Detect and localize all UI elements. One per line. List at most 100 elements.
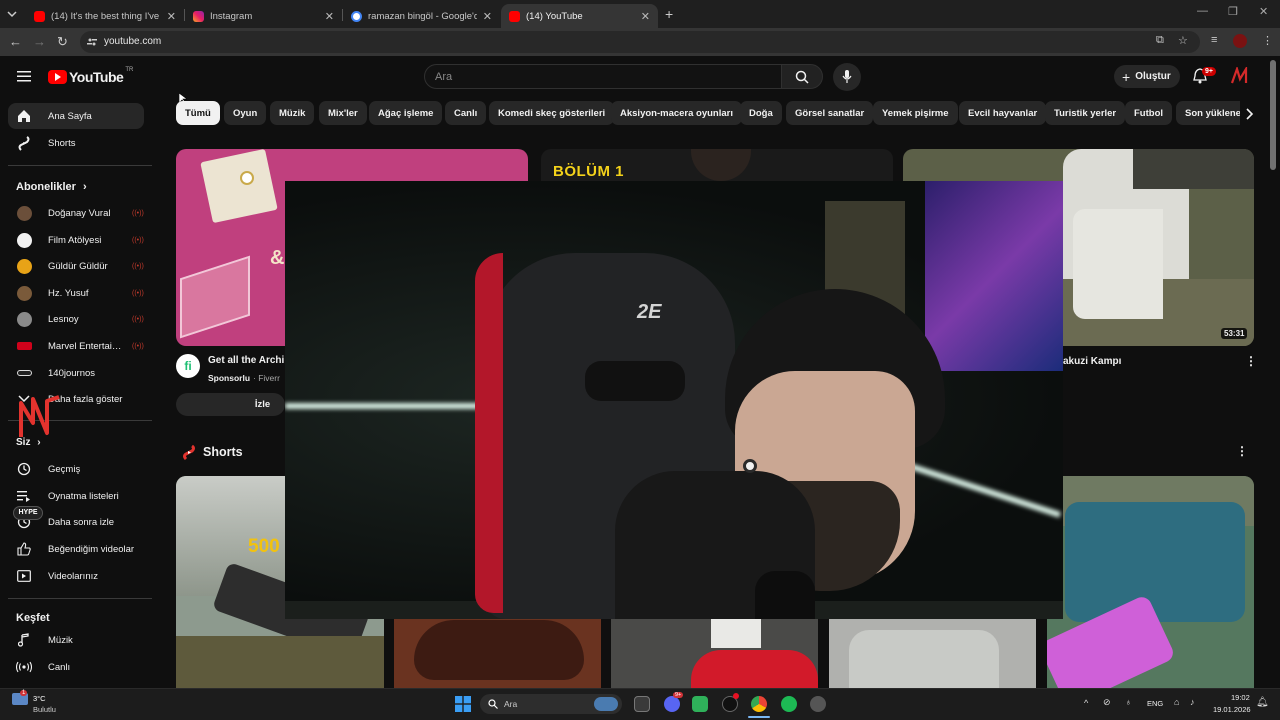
sidebar-item-music[interactable]: Müzik <box>8 627 144 653</box>
task-view-icon[interactable] <box>634 696 650 712</box>
sidebar-item-history[interactable]: Geçmiş <box>8 456 144 482</box>
close-icon[interactable]: ✕ <box>167 10 176 23</box>
user-avatar[interactable] <box>1230 67 1248 85</box>
tab-3[interactable]: ramazan bingöl - Google'da Ar ✕ <box>343 4 500 28</box>
webcam-overlay: 2E <box>285 181 1063 619</box>
chip-8[interactable]: Doğa <box>740 101 782 125</box>
short-thumbnail[interactable] <box>829 610 1036 690</box>
address-bar[interactable] <box>80 31 1200 53</box>
chip-6[interactable]: Komedi skeç gösterileri <box>489 101 615 125</box>
sidebar-item-shorts[interactable]: Shorts <box>8 130 144 156</box>
tab-1[interactable]: (14) It's the best thing I've seen ✕ <box>26 4 184 28</box>
sidebar-item-label: Müzik <box>48 634 73 646</box>
video-title[interactable]: akuzi Kampı <box>1063 356 1121 367</box>
tab-search-icon[interactable] <box>6 8 18 20</box>
chip-9[interactable]: Görsel sanatlar <box>786 101 874 125</box>
profile-avatar[interactable] <box>1233 34 1247 48</box>
chip-1[interactable]: Oyun <box>224 101 267 125</box>
chip-2[interactable]: Müzik <box>270 101 315 125</box>
subscription-item[interactable]: Marvel Entertainment ((•)) <box>8 333 144 359</box>
subscription-item[interactable]: Hz. Yusuf ((•)) <box>8 280 144 306</box>
hamburger-menu-icon[interactable] <box>17 70 31 82</box>
chrome-icon[interactable] <box>751 696 767 712</box>
page-scrollbar[interactable] <box>1270 60 1276 170</box>
youtube-logo[interactable]: YouTube TR <box>48 67 133 85</box>
youtube-icon <box>509 10 520 22</box>
tab-2[interactable]: Instagram ✕ <box>185 4 342 28</box>
spotify-icon[interactable] <box>781 696 797 712</box>
sidebar-item-your-videos[interactable]: Videolarınız <box>8 563 144 589</box>
microphone-icon[interactable]: ♁ <box>1125 697 1132 707</box>
subscriptions-heading[interactable]: Abonelikler › <box>16 181 87 193</box>
app-icon[interactable] <box>810 696 826 712</box>
tab-4-active[interactable]: (14) YouTube ✕ <box>501 4 658 28</box>
chip-13[interactable]: Futbol <box>1125 101 1173 125</box>
language-indicator[interactable]: ENG <box>1147 699 1163 708</box>
clock-date[interactable]: 19.01.2026 <box>1213 705 1251 714</box>
chip-10[interactable]: Yemek pişirme <box>873 101 958 125</box>
streamer-logo-overlay <box>19 395 60 437</box>
subscription-item[interactable]: Film Atölyesi ((•)) <box>8 227 144 253</box>
notification-center-icon[interactable]: 🔔︎ <box>1256 697 1269 708</box>
close-window-button[interactable]: ✕ <box>1259 5 1268 18</box>
search-button[interactable] <box>781 64 823 89</box>
search-box[interactable] <box>424 64 782 89</box>
chip-7[interactable]: Aksiyon-macera oyunları <box>611 101 742 125</box>
active-app-indicator <box>748 716 770 718</box>
fiverr-avatar[interactable]: fi <box>176 354 200 378</box>
browser-menu-icon[interactable]: ⋮ <box>1262 34 1273 47</box>
windows-start-icon[interactable] <box>455 696 471 712</box>
back-button[interactable]: ← <box>9 34 22 49</box>
discord-icon[interactable] <box>664 696 680 712</box>
subscription-item[interactable]: Doğanay Vural ((•)) <box>8 200 144 226</box>
subscription-item[interactable]: Güldür Güldür ((•)) <box>8 253 144 279</box>
cast-icon[interactable]: ⧉ <box>1156 34 1164 47</box>
close-icon[interactable]: ✕ <box>325 10 334 23</box>
ad-watch-label: İzle <box>254 399 271 410</box>
media-control-icon[interactable]: ≡ <box>1211 34 1217 46</box>
chip-4[interactable]: Ağaç işleme <box>369 101 443 125</box>
your-videos-icon <box>16 568 32 584</box>
clock-time[interactable]: 19:02 <box>1231 693 1250 702</box>
ad-title[interactable]: Get all the Archi <box>208 355 284 366</box>
chip-3[interactable]: Mix'ler <box>319 101 367 125</box>
tray-overflow-icon[interactable]: ^ <box>1084 698 1088 708</box>
chip-5[interactable]: Canlı <box>445 101 487 125</box>
maximize-button[interactable]: ❐ <box>1228 5 1238 18</box>
wifi-icon[interactable]: ⌂ <box>1174 697 1179 707</box>
network-icon[interactable]: ⊘ <box>1103 697 1111 708</box>
video-menu-icon[interactable]: ⋮ <box>1245 354 1257 368</box>
short-thumbnail[interactable] <box>611 610 818 690</box>
new-tab-button[interactable]: + <box>665 6 673 22</box>
create-button[interactable]: + Oluştur <box>1114 65 1180 88</box>
search-input[interactable] <box>425 65 781 88</box>
ad-watch-button[interactable]: İzle <box>176 393 285 416</box>
app-icon[interactable] <box>692 696 708 712</box>
chip-11[interactable]: Evcil hayvanlar <box>959 101 1047 125</box>
sidebar-item-live[interactable]: Canlı <box>8 654 144 680</box>
sidebar-item-label: Oynatma listeleri <box>48 490 119 502</box>
subscription-item[interactable]: Lesnoy ((•)) <box>8 306 144 332</box>
discord-badge: 9+ <box>673 692 684 698</box>
reload-button[interactable]: ↻ <box>57 34 68 50</box>
minimize-button[interactable]: — <box>1197 5 1208 17</box>
ad-channel-label: · Fiverr <box>253 373 280 383</box>
chevron-right-icon[interactable] <box>1246 108 1254 120</box>
short-thumbnail[interactable] <box>1047 476 1254 690</box>
volume-icon[interactable]: ♪ <box>1190 697 1195 707</box>
close-icon[interactable]: ✕ <box>641 10 650 23</box>
bookmark-star-icon[interactable]: ☆ <box>1178 34 1188 47</box>
forward-button[interactable]: → <box>33 34 46 49</box>
sidebar-item-home[interactable]: Ana Sayfa <box>8 103 144 129</box>
shorts-menu-icon[interactable]: ⋮ <box>1236 444 1248 458</box>
chip-12[interactable]: Turistik yerler <box>1045 101 1126 125</box>
voice-search-button[interactable] <box>833 63 861 91</box>
youtube-play-icon <box>48 70 67 84</box>
subscription-item[interactable]: 140journos <box>8 360 144 386</box>
short-thumbnail[interactable] <box>394 610 601 690</box>
site-info-icon[interactable] <box>87 37 97 47</box>
close-icon[interactable]: ✕ <box>483 10 492 23</box>
chip-0[interactable]: Tümü <box>176 101 220 125</box>
chip-14[interactable]: Son yüklenen <box>1176 101 1240 125</box>
sidebar-item-liked-videos[interactable]: Beğendiğim videolar <box>8 536 144 562</box>
